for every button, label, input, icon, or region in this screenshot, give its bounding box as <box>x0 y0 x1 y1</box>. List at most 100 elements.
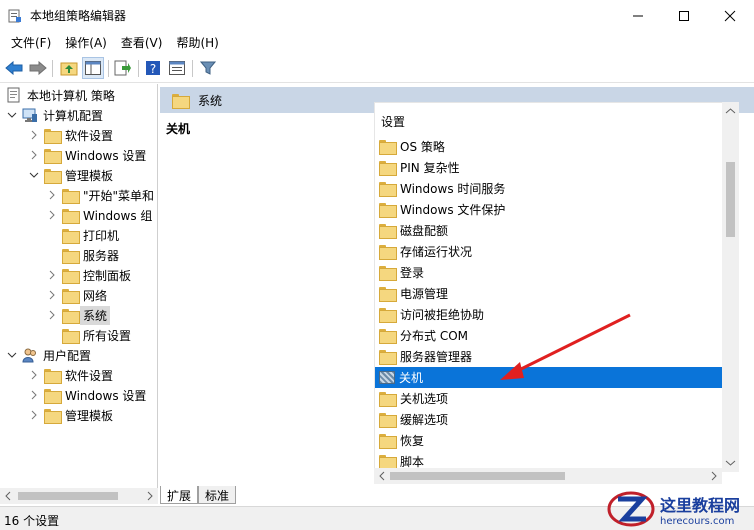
export-list-button[interactable] <box>112 57 134 79</box>
open-folder-icon <box>62 308 80 324</box>
tree-item-user-admin-templates[interactable]: 管理模板 <box>28 405 113 425</box>
toolbar-separator <box>108 60 109 77</box>
folder-icon <box>44 168 62 184</box>
menu-help[interactable]: 帮助(H) <box>169 31 225 53</box>
column-header-setting[interactable]: 设置 <box>375 113 405 130</box>
maximize-button[interactable] <box>661 0 707 31</box>
tree-item-windows-settings[interactable]: Windows 设置 <box>28 145 146 165</box>
view-tabs: 扩展 标准 <box>160 486 237 504</box>
chevron-right-icon[interactable] <box>28 149 40 161</box>
tree-item-admin-templates[interactable]: 管理模板 <box>28 165 113 185</box>
back-button[interactable] <box>3 57 25 79</box>
close-button[interactable] <box>707 0 753 31</box>
list-item[interactable]: 分布式 COM <box>375 325 722 346</box>
tree-item-server[interactable]: 服务器 <box>62 245 119 265</box>
list-item[interactable]: 磁盘配额 <box>375 220 722 241</box>
tree-item-network[interactable]: 网络 <box>46 285 107 305</box>
list-item-label: 访问被拒绝协助 <box>400 308 485 322</box>
show-hide-tree-button[interactable] <box>82 57 104 79</box>
policy-setting-icon <box>379 371 395 384</box>
list-item[interactable]: 缓解选项 <box>375 409 722 430</box>
tree-item-all-settings[interactable]: 所有设置 <box>62 325 131 345</box>
tree-item-computer-config[interactable]: 计算机配置 <box>6 105 103 125</box>
list-item[interactable]: OS 策略 <box>375 136 722 157</box>
list-item[interactable]: 服务器管理器 <box>375 346 722 367</box>
list-item[interactable]: Windows 文件保护 <box>375 199 722 220</box>
scroll-up-icon[interactable] <box>722 104 739 118</box>
list-item[interactable]: PIN 复杂性 <box>375 157 722 178</box>
list-item[interactable]: Windows 时间服务 <box>375 178 722 199</box>
tab-standard[interactable]: 标准 <box>198 486 237 504</box>
tree-item-user-software-settings[interactable]: 软件设置 <box>28 365 113 385</box>
folder-icon <box>379 392 397 407</box>
tab-extended[interactable]: 扩展 <box>160 486 199 504</box>
tree-item-system[interactable]: 系统 <box>46 305 111 325</box>
list-item[interactable]: 关机选项 <box>375 388 722 409</box>
tree-item-start-menu[interactable]: "开始"菜单和 <box>46 185 154 205</box>
folder-icon <box>44 408 62 424</box>
properties-button[interactable] <box>166 57 188 79</box>
folder-icon <box>379 203 397 218</box>
list-item-label: 存储运行状况 <box>400 245 473 259</box>
filter-button[interactable] <box>197 57 219 79</box>
console-tree: 本地计算机 策略 计算机配置 软件设置 Windows 设置 管理模板 "开始"… <box>0 84 158 504</box>
chevron-right-icon[interactable] <box>46 309 58 321</box>
menu-action[interactable]: 操作(A) <box>58 31 114 53</box>
tree-horizontal-scrollbar[interactable] <box>0 488 158 504</box>
list-item[interactable]: 访问被拒绝协助 <box>375 304 722 325</box>
folder-icon <box>379 329 397 344</box>
gpedit-window: 本地组策略编辑器 文件(F) 操作(A) 查看(V) 帮助(H) ? 本地计算机… <box>0 0 754 530</box>
tree-label: 打印机 <box>83 228 120 243</box>
minimize-button[interactable] <box>615 0 661 31</box>
chevron-right-icon[interactable] <box>28 369 40 381</box>
tree-item-control-panel[interactable]: 控制面板 <box>46 265 131 285</box>
up-one-level-button[interactable] <box>58 57 80 79</box>
list-vertical-scrollbar[interactable] <box>722 102 739 472</box>
list-item-label: Windows 时间服务 <box>400 182 506 196</box>
chevron-down-icon[interactable] <box>28 169 40 181</box>
tree-item-printers[interactable]: 打印机 <box>62 225 119 245</box>
chevron-right-icon[interactable] <box>28 129 40 141</box>
details-pane: 系统 关机 设置 OS 策略 PIN 复杂性 Windows 时间服务 Wind… <box>160 84 754 486</box>
list-item[interactable]: 存储运行状况 <box>375 241 722 262</box>
help-button[interactable]: ? <box>142 57 164 79</box>
description-title: 关机 <box>166 122 191 136</box>
chevron-right-icon[interactable] <box>46 269 58 281</box>
list-horizontal-scrollbar[interactable] <box>374 468 722 484</box>
tree-item-user-windows-settings[interactable]: Windows 设置 <box>28 385 146 405</box>
chevron-right-icon[interactable] <box>46 189 58 201</box>
scrollbar-thumb[interactable] <box>18 492 118 500</box>
tree-label: Windows 组 <box>83 208 153 223</box>
watermark: 这里教程网 herecours.com <box>606 488 754 530</box>
tree-label: 控制面板 <box>83 268 132 283</box>
list-item[interactable]: 电源管理 <box>375 283 722 304</box>
scroll-right-icon[interactable] <box>144 488 156 504</box>
scroll-left-icon[interactable] <box>376 468 388 484</box>
tree-item-windows-components[interactable]: Windows 组 <box>46 205 152 225</box>
list-item[interactable]: 恢复 <box>375 430 722 451</box>
tree-item-software-settings[interactable]: 软件设置 <box>28 125 113 145</box>
scrollbar-thumb[interactable] <box>726 162 735 237</box>
menu-view[interactable]: 查看(V) <box>114 31 170 53</box>
scroll-down-icon[interactable] <box>722 456 739 470</box>
tree-item-root[interactable]: 本地计算机 策略 <box>6 85 115 105</box>
list-item-label: PIN 复杂性 <box>400 161 460 175</box>
scroll-right-icon[interactable] <box>708 468 720 484</box>
scrollbar-thumb[interactable] <box>390 472 565 480</box>
forward-button[interactable] <box>27 57 49 79</box>
chevron-right-icon[interactable] <box>46 209 58 221</box>
chevron-down-icon[interactable] <box>6 109 18 121</box>
chevron-right-icon[interactable] <box>28 409 40 421</box>
chevron-right-icon[interactable] <box>46 289 58 301</box>
svg-text:?: ? <box>150 62 156 76</box>
watermark-logo-icon <box>607 491 655 527</box>
chevron-right-icon[interactable] <box>28 389 40 401</box>
tree-item-user-config[interactable]: 用户配置 <box>6 345 91 365</box>
chevron-down-icon[interactable] <box>6 349 18 361</box>
folder-icon <box>379 455 397 470</box>
tree-label: Windows 设置 <box>65 388 147 403</box>
menu-file[interactable]: 文件(F) <box>4 31 58 53</box>
list-item-selected[interactable]: 关机 <box>375 367 722 388</box>
list-item[interactable]: 登录 <box>375 262 722 283</box>
scroll-left-icon[interactable] <box>2 488 14 504</box>
